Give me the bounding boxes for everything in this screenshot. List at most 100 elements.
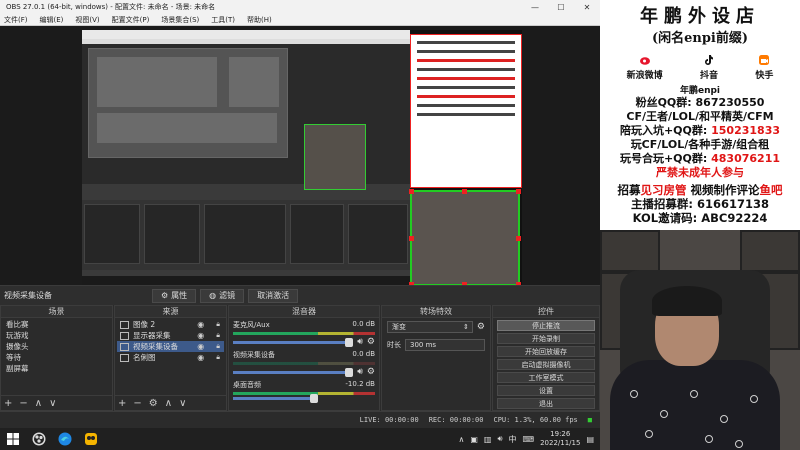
edge-browser-icon[interactable] [52, 428, 78, 450]
exit-button[interactable]: 退出 [497, 398, 595, 409]
scene-item[interactable]: 摄像头 [3, 341, 110, 352]
visibility-eye-icon[interactable]: ◉ [197, 341, 204, 352]
recruit-e: 鱼吧 [759, 183, 783, 197]
lock-icon[interactable]: 🔒︎ [216, 341, 220, 352]
volume-slider[interactable] [233, 337, 354, 347]
scene-item[interactable]: 玩游戏 [3, 330, 110, 341]
studio-mode-button[interactable]: 工作室模式 [497, 372, 595, 383]
chevron-up-icon[interactable]: ∧ [459, 435, 465, 444]
poster-kol-code: KOL邀请码: ABC92224 [632, 211, 768, 225]
menu-edit[interactable]: 编辑(E) [40, 15, 64, 25]
preview-canvas[interactable] [82, 30, 522, 286]
start-virtual-camera-button[interactable]: 启动虚拟摄像机 [497, 359, 595, 370]
visibility-eye-icon[interactable]: ◉ [197, 352, 204, 363]
start-replay-buffer-button[interactable]: 开始回放缓存 [497, 346, 595, 357]
scene-item[interactable]: 看比赛 [3, 319, 110, 330]
properties-button[interactable]: ⚙ 属性 [152, 288, 197, 303]
scene-item[interactable]: 副屏幕 [3, 363, 110, 374]
deactivate-button[interactable]: 取消激活 [248, 288, 299, 303]
maximize-button[interactable]: ☐ [548, 3, 574, 12]
scene-item[interactable]: 等待 [3, 352, 110, 363]
slider-knob[interactable] [345, 367, 354, 377]
line-prefix: 玩CF/LOL/各种手游/组合租 [630, 138, 770, 151]
speaker-icon[interactable]: 🔊︎ [357, 367, 363, 377]
volume-icon[interactable]: 🔊︎ [497, 434, 502, 444]
volume-slider[interactable] [233, 367, 354, 377]
monitor-icon [120, 331, 129, 340]
poster-title: 年鹏外设店 [640, 6, 760, 27]
visibility-eye-icon[interactable]: ◉ [197, 319, 204, 330]
add-scene-icon[interactable]: + [4, 398, 12, 409]
recruit-d: 评论 [736, 183, 760, 197]
add-source-icon[interactable]: + [118, 398, 126, 409]
move-down-icon[interactable]: ∨ [49, 398, 56, 409]
source-item[interactable]: 显示器采集 ◉ 🔒︎ [117, 330, 224, 341]
source-item[interactable]: 图像 2 ◉ 🔒︎ [117, 319, 224, 330]
minimize-button[interactable]: — [522, 3, 548, 12]
gear-icon[interactable]: ⚙ [477, 322, 485, 332]
source-properties-icon[interactable]: ⚙ [149, 398, 158, 409]
slider-knob[interactable] [310, 394, 319, 403]
move-up-icon[interactable]: ∧ [35, 398, 42, 409]
poster-anchor-group: 主播招募群: 616617138 [630, 197, 770, 211]
lock-icon[interactable]: 🔒︎ [216, 330, 220, 341]
volume-meter [233, 362, 375, 365]
taskbar-date: 2022/11/15 [540, 439, 581, 447]
menu-help[interactable]: 帮助(H) [247, 15, 272, 25]
menu-profile[interactable]: 配置文件(P) [112, 15, 150, 25]
ime-indicator[interactable]: 中 [509, 434, 517, 445]
menu-tools[interactable]: 工具(T) [211, 15, 235, 25]
lock-icon[interactable]: 🔒︎ [216, 319, 220, 330]
move-down-icon[interactable]: ∨ [179, 398, 186, 409]
gear-icon[interactable]: ⚙ [367, 337, 375, 347]
move-up-icon[interactable]: ∧ [165, 398, 172, 409]
selected-camera-source[interactable] [409, 189, 521, 286]
gear-icon[interactable]: ⚙ [367, 367, 375, 377]
properties-label: 属性 [171, 291, 188, 300]
scenes-dock: 场景 看比赛 玩游戏 摄像头 等待 副屏幕 + − ∧ ∨ [0, 305, 113, 411]
source-item[interactable]: 视频采集设备 ◉ 🔒︎ [117, 341, 224, 352]
menu-scene-collection[interactable]: 场景集合(S) [161, 15, 199, 25]
source-item[interactable]: 名俐图 ◉ 🔒︎ [117, 352, 224, 363]
social-links: 新浪微博 抖音 快手 [600, 54, 800, 81]
mixer-channel: 麦克风/Aux 0.0 dB 🔊︎ ⚙ [229, 318, 379, 348]
network-icon[interactable]: ▥ [484, 435, 492, 444]
status-bar: LIVE: 00:00:00 REC: 00:00:00 CPU: 1.3%, … [0, 411, 600, 428]
close-button[interactable]: ✕ [574, 3, 600, 12]
obs-taskbar-icon[interactable] [26, 428, 52, 450]
app-tray-icon[interactable]: ▣ [470, 435, 478, 444]
speaker-icon[interactable]: 🔊︎ [357, 337, 363, 347]
channel-db: 0.0 dB [352, 350, 375, 358]
duration-input[interactable]: 300 ms [405, 339, 485, 351]
lock-icon[interactable]: 🔒︎ [216, 352, 220, 363]
channel-db: -10.2 dB [345, 380, 375, 388]
taskbar-clock[interactable]: 19:26 2022/11/15 [540, 430, 580, 448]
notification-icon[interactable]: ▤ [586, 435, 594, 444]
menu-file[interactable]: 文件(F) [4, 15, 28, 25]
sources-list: 图像 2 ◉ 🔒︎ 显示器采集 ◉ 🔒︎ 视频采集设备 ◉ 🔒︎ 名俐图 ◉ 🔒︎ [115, 318, 226, 364]
menu-view[interactable]: 视图(V) [75, 15, 99, 25]
keyboard-icon[interactable]: ⌨ [523, 435, 535, 444]
app-owl-icon[interactable] [78, 428, 104, 450]
live-status: LIVE: 00:00:00 [359, 416, 419, 424]
recruit-c: 视频制作 [690, 183, 737, 197]
windows-start-icon[interactable] [0, 428, 26, 450]
poster-warning: 严禁未成年人参与 [656, 166, 744, 179]
weibo-icon [639, 57, 650, 65]
image-icon [120, 320, 129, 329]
settings-button[interactable]: 设置 [497, 385, 595, 396]
recruit-a: 招募 [617, 183, 641, 197]
transition-select[interactable]: 渐变 ⇕ [387, 321, 473, 333]
remove-source-icon[interactable]: − [133, 398, 141, 409]
preview-area[interactable] [0, 26, 600, 286]
volume-slider[interactable] [233, 394, 319, 403]
filters-button[interactable]: ◍ 滤镜 [200, 288, 245, 303]
stop-streaming-button[interactable]: 停止推流 [497, 320, 595, 331]
visibility-eye-icon[interactable]: ◉ [197, 330, 204, 341]
slider-knob[interactable] [345, 337, 354, 347]
filter-icon: ◍ [209, 291, 217, 300]
sources-dock: 来源 图像 2 ◉ 🔒︎ 显示器采集 ◉ 🔒︎ 视频采集设备 ◉ 🔒︎ 名俐图 … [114, 305, 227, 411]
source-item-label: 显示器采集 [133, 331, 171, 340]
remove-scene-icon[interactable]: − [19, 398, 27, 409]
start-recording-button[interactable]: 开始录制 [497, 333, 595, 344]
